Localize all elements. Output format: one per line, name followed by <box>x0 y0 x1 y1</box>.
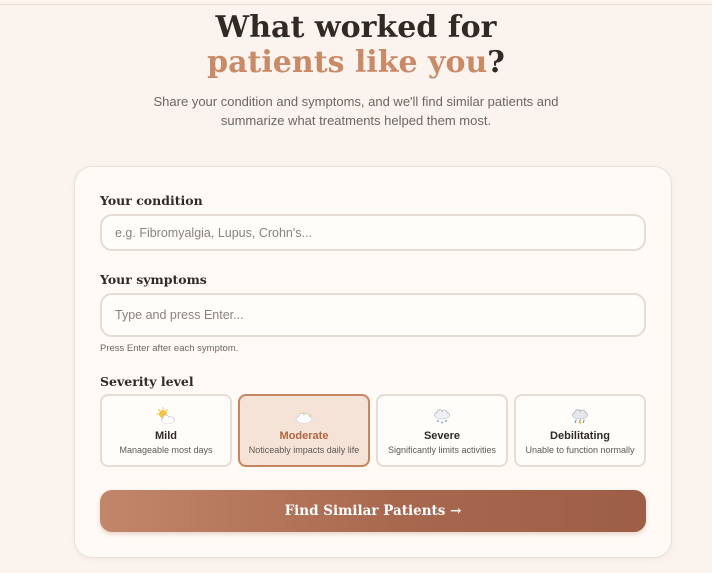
cloud-icon <box>295 412 313 424</box>
page-title: What worked for patients like you? <box>0 10 712 80</box>
symptoms-hint: Press Enter after each symptom. <box>100 343 239 354</box>
top-divider <box>0 4 712 5</box>
severity-name: Mild <box>155 430 177 442</box>
severity-option-debilitating[interactable]: Debilitating Unable to function normally <box>514 394 646 467</box>
search-form-card: Your condition Your symptoms Press Enter… <box>74 166 672 558</box>
severity-description: Significantly limits activities <box>387 445 497 455</box>
cloud-with-rain-icon <box>572 409 588 425</box>
severity-name: Severe <box>423 430 461 442</box>
title-line-1: What worked for <box>215 10 497 45</box>
severity-option-moderate[interactable]: Moderate Noticeably impacts daily life <box>238 394 370 467</box>
severity-options: Mild Manageable most days Moderate Notic… <box>100 394 646 467</box>
title-accent: patients like you <box>207 45 488 80</box>
title-line-2: patients like you? <box>0 45 712 80</box>
symptoms-label: Your symptoms <box>100 272 207 287</box>
cloud-with-snow-icon <box>434 409 450 424</box>
severity-description: Unable to function normally <box>525 445 635 455</box>
condition-label: Your condition <box>100 193 203 208</box>
severity-description: Manageable most days <box>119 445 213 455</box>
severity-description: Noticeably impacts daily life <box>248 445 360 455</box>
severity-option-severe[interactable]: Severe Significantly limits activities <box>376 394 508 467</box>
severity-name: Moderate <box>279 430 329 442</box>
severity-option-mild[interactable]: Mild Manageable most days <box>100 394 232 467</box>
find-similar-patients-button[interactable]: Find Similar Patients → <box>100 490 646 532</box>
severity-name: Debilitating <box>550 430 610 442</box>
sun-behind-cloud-icon <box>156 407 175 424</box>
title-suffix: ? <box>487 45 505 80</box>
page-subtitle: Share your condition and symptoms, and w… <box>153 94 559 128</box>
hero-section: What worked for patients like you? Share… <box>0 10 712 130</box>
symptoms-input[interactable] <box>100 293 646 337</box>
condition-input[interactable] <box>100 214 646 251</box>
severity-label: Severity level <box>100 374 194 389</box>
